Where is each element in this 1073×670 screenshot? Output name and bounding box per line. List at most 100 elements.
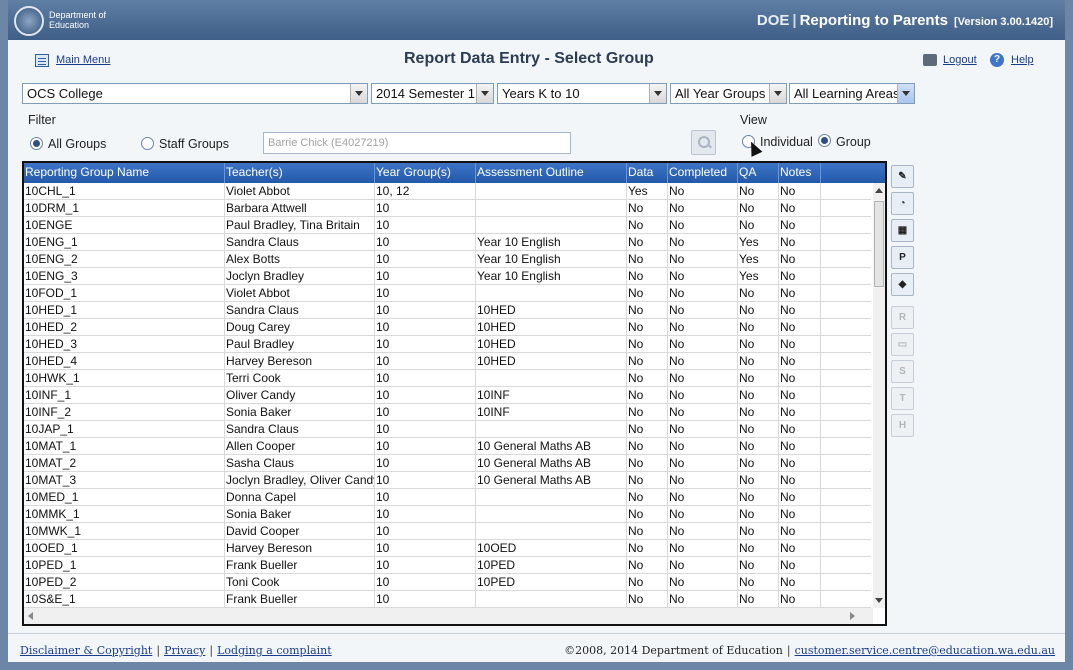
scroll-left-icon[interactable] xyxy=(28,612,33,620)
email-link[interactable]: customer.service.centre@education.wa.edu… xyxy=(795,644,1055,657)
print-t-icon[interactable]: T xyxy=(891,387,914,410)
privacy-link[interactable]: Privacy xyxy=(164,644,205,657)
cell-teachers: Sandra Claus xyxy=(225,234,375,251)
table-row[interactable]: 10JAP_1 Sandra Claus 10 No No No No xyxy=(24,421,871,438)
cell-qa: No xyxy=(738,540,779,557)
cell-year-groups: 10 xyxy=(375,217,476,234)
chart-pie-icon[interactable]: ◔ xyxy=(891,192,914,215)
chevron-down-icon[interactable] xyxy=(649,84,666,103)
column-header-qa[interactable]: QA xyxy=(738,163,779,183)
disclaimer-link[interactable]: Disclaimer & Copyright xyxy=(20,644,152,657)
group-radio[interactable] xyxy=(818,134,831,147)
learning-areas-select[interactable]: All Learning Areas xyxy=(789,83,915,104)
individual-label[interactable]: Individual xyxy=(760,135,813,149)
table-row[interactable]: 10ENGE Paul Bradley, Tina Britain 10 No No No… xyxy=(24,217,871,234)
print-s-icon[interactable]: S xyxy=(891,360,914,383)
table-row[interactable]: 10OED_1 Harvey Bereson 10 10OED No No No No xyxy=(24,540,871,557)
cell-assessment-outline: Year 10 English xyxy=(476,268,627,285)
cell-notes: No xyxy=(779,421,821,438)
column-header-data[interactable]: Data xyxy=(627,163,668,183)
column-header-notes[interactable]: Notes xyxy=(779,163,821,183)
cell-group-name: 10ENG_3 xyxy=(24,268,225,285)
help-icon[interactable]: ? xyxy=(990,53,1004,67)
table-row[interactable]: 10FOD_1 Violet Abbot 10 No No No No xyxy=(24,285,871,302)
logout-icon[interactable] xyxy=(923,54,937,66)
year-groups-select[interactable]: All Year Groups xyxy=(670,83,787,104)
column-header-teachers[interactable]: Teacher(s) xyxy=(225,163,375,183)
all-groups-label[interactable]: All Groups xyxy=(48,137,106,151)
cell-notes: No xyxy=(779,285,821,302)
cell-completed: No xyxy=(668,234,738,251)
main-menu-link[interactable]: Main Menu xyxy=(56,54,110,66)
tag-icon[interactable]: ◆ xyxy=(891,273,914,296)
calendar-icon[interactable]: ▦ xyxy=(891,219,914,242)
print-p-icon[interactable]: P xyxy=(891,246,914,269)
table-row[interactable]: 10HWK_1 Terri Cook 10 No No No No xyxy=(24,370,871,387)
scroll-up-icon[interactable] xyxy=(875,188,883,193)
cell-completed: No xyxy=(668,455,738,472)
table-row[interactable]: 10S&E_1 Frank Bueller 10 No No No No xyxy=(24,591,871,608)
cell-completed: No xyxy=(668,404,738,421)
table-row[interactable]: 10MMK_1 Sonia Baker 10 No No No No xyxy=(24,506,871,523)
table-row[interactable]: 10MED_1 Donna Capel 10 No No No No xyxy=(24,489,871,506)
cell-assessment-outline: 10HED xyxy=(476,353,627,370)
edit-report-icon[interactable]: ✎ xyxy=(891,165,914,188)
column-header-year-groups[interactable]: Year Group(s) xyxy=(375,163,476,183)
school-select[interactable]: OCS College xyxy=(22,83,368,104)
cell-teachers: Paul Bradley, Tina Britain xyxy=(225,217,375,234)
table-row[interactable]: 10MWK_1 David Cooper 10 No No No No xyxy=(24,523,871,540)
table-row[interactable]: 10DRM_1 Barbara Attwell 10 No No No No xyxy=(24,200,871,217)
staff-groups-label[interactable]: Staff Groups xyxy=(159,137,229,151)
years-select[interactable]: Years K to 10 xyxy=(497,83,667,104)
table-row[interactable]: 10HED_1 Sandra Claus 10 10HED No No No No xyxy=(24,302,871,319)
all-groups-radio[interactable] xyxy=(30,137,43,150)
cell-notes: No xyxy=(779,404,821,421)
scroll-right-icon[interactable] xyxy=(850,612,855,620)
table-row[interactable]: 10HED_4 Harvey Bereson 10 10HED No No No No xyxy=(24,353,871,370)
cell-group-name: 10HED_1 xyxy=(24,302,225,319)
table-row[interactable]: 10ENG_1 Sandra Claus 10 Year 10 English No No… xyxy=(24,234,871,251)
table-row[interactable]: 10CHL_1 Violet Abbot 10, 12 Yes No No No xyxy=(24,183,871,200)
column-header-completed[interactable]: Completed xyxy=(668,163,738,183)
table-row[interactable]: 10PED_1 Frank Bueller 10 10PED No No No No xyxy=(24,557,871,574)
chevron-down-icon[interactable] xyxy=(476,84,493,103)
print-blank-icon[interactable]: ▭ xyxy=(891,333,914,356)
group-label[interactable]: Group xyxy=(836,135,871,149)
print-h-icon[interactable]: H xyxy=(891,414,914,437)
table-row[interactable]: 10INF_1 Oliver Candy 10 10INF No No No No xyxy=(24,387,871,404)
logo-text-line2: Education xyxy=(49,20,90,30)
cell-group-name: 10PED_1 xyxy=(24,557,225,574)
complaint-link[interactable]: Lodging a complaint xyxy=(217,644,332,657)
table-row[interactable]: 10HED_2 Doug Carey 10 10HED No No No No xyxy=(24,319,871,336)
help-link[interactable]: Help xyxy=(1011,54,1034,66)
chevron-down-icon[interactable] xyxy=(350,84,367,103)
table-row[interactable]: 10PED_2 Toni Cook 10 10PED No No No No xyxy=(24,574,871,591)
staff-search-input[interactable]: Barrie Chick (E4027219) xyxy=(263,132,571,154)
scroll-thumb[interactable] xyxy=(874,201,884,287)
copyright-text: ©2008, 2014 Department of Education xyxy=(564,644,783,657)
column-header-group-name[interactable]: Reporting Group Name xyxy=(24,163,225,183)
print-r-icon[interactable]: R xyxy=(891,306,914,329)
table-row[interactable]: 10HED_3 Paul Bradley 10 10HED No No No No xyxy=(24,336,871,353)
table-row[interactable]: 10ENG_2 Alex Botts 10 Year 10 English No No Ye… xyxy=(24,251,871,268)
logout-link[interactable]: Logout xyxy=(943,54,977,66)
table-row[interactable]: 10INF_2 Sonia Baker 10 10INF No No No No xyxy=(24,404,871,421)
horizontal-scrollbar[interactable] xyxy=(24,608,873,624)
semester-select[interactable]: 2014 Semester 1 xyxy=(371,83,494,104)
chevron-down-icon[interactable] xyxy=(897,84,914,103)
search-button[interactable] xyxy=(691,130,716,155)
main-menu-icon[interactable] xyxy=(35,54,49,67)
table-row[interactable]: 10MAT_3 Joclyn Bradley, Oliver Candy 10 10 … xyxy=(24,472,871,489)
chevron-down-icon[interactable] xyxy=(769,84,786,103)
cell-data: No xyxy=(627,319,668,336)
cell-notes: No xyxy=(779,234,821,251)
table-row[interactable]: 10MAT_1 Allen Cooper 10 10 General Maths AB… xyxy=(24,438,871,455)
table-row[interactable]: 10MAT_2 Sasha Claus 10 10 General Maths AB N… xyxy=(24,455,871,472)
column-header-assessment-outline[interactable]: Assessment Outline xyxy=(476,163,627,183)
table-row[interactable]: 10ENG_3 Joclyn Bradley 10 Year 10 English No… xyxy=(24,268,871,285)
vertical-scrollbar[interactable] xyxy=(873,183,885,608)
cell-group-name: 10OED_1 xyxy=(24,540,225,557)
staff-groups-radio[interactable] xyxy=(141,137,154,150)
cell-year-groups: 10 xyxy=(375,251,476,268)
scroll-down-icon[interactable] xyxy=(875,598,883,603)
